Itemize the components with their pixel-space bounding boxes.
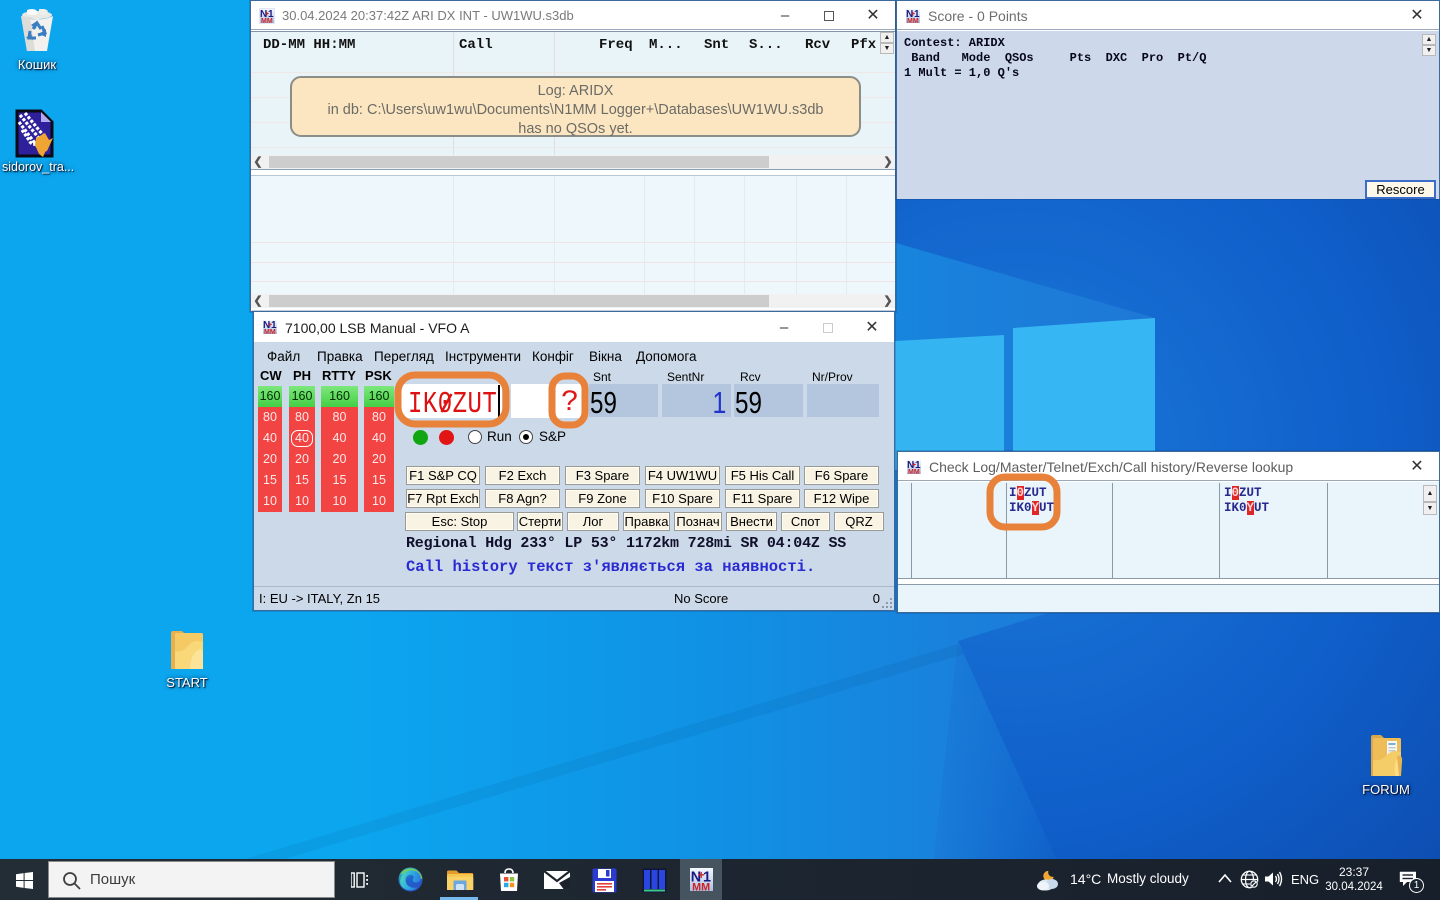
svg-text:MM: MM [907,18,919,24]
svg-text:MM: MM [908,469,920,475]
svg-text:+: + [268,322,272,329]
svg-text:+: + [265,11,269,18]
svg-text:+: + [912,462,916,469]
svg-text:+: + [911,11,915,18]
svg-text:MM: MM [264,329,276,335]
svg-text:+: + [698,870,705,882]
svg-text:MM: MM [692,881,710,891]
svg-text:MM: MM [261,18,273,24]
